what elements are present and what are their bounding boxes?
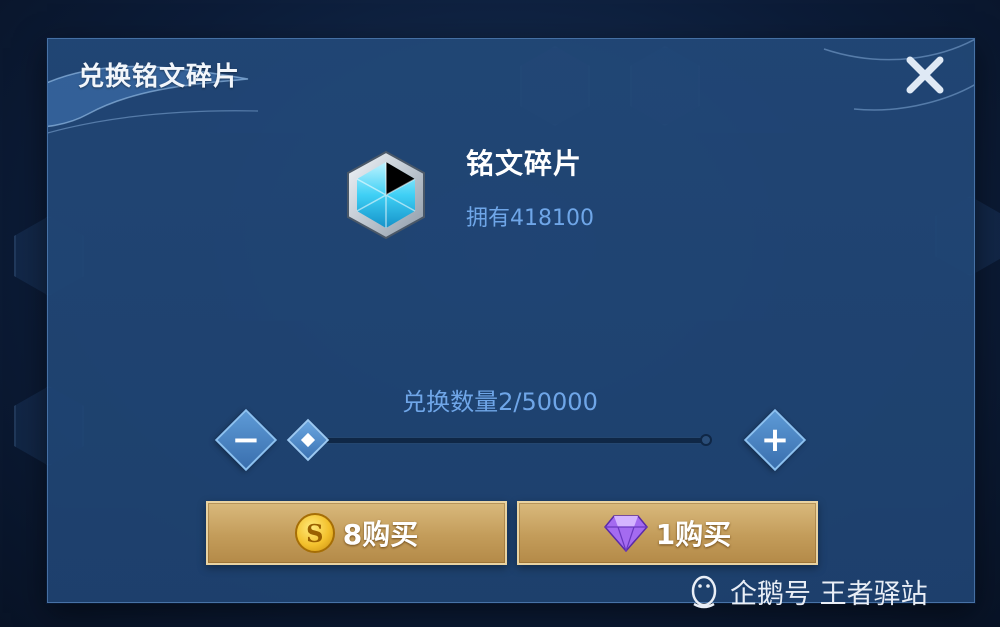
item-owned-count: 拥有418100	[466, 206, 594, 231]
dialog-title: 兑换铭文碎片	[78, 62, 241, 92]
purple-diamond-icon	[603, 515, 648, 552]
item-name: 铭文碎片	[466, 147, 583, 180]
watermark: 企鹅号 王者驿站	[686, 572, 928, 611]
coin-letter: S	[306, 518, 324, 548]
buy-with-diamond-button[interactable]: 1购买	[517, 501, 818, 565]
close-button[interactable]	[900, 50, 950, 100]
slider-end-marker	[700, 434, 712, 446]
gold-coin-icon: S	[294, 513, 335, 553]
minus-icon: −	[231, 420, 261, 460]
diamond-buy-label: 1购买	[655, 518, 732, 551]
exchange-quantity-label: 兑换数量2/50000	[402, 388, 598, 416]
exchange-dialog	[47, 38, 975, 603]
close-icon	[906, 56, 944, 94]
penguin-logo-icon	[691, 575, 717, 608]
gold-buy-label: 8购买	[342, 518, 419, 551]
decorative-swirl-right	[823, 39, 974, 111]
watermark-text: 企鹅号 王者驿站	[730, 579, 928, 610]
buy-with-gold-button[interactable]: S 8购买	[206, 501, 507, 565]
hexagon-crystal-icon	[345, 150, 427, 240]
quantity-slider-track[interactable]	[308, 437, 708, 444]
plus-icon: +	[760, 420, 790, 460]
